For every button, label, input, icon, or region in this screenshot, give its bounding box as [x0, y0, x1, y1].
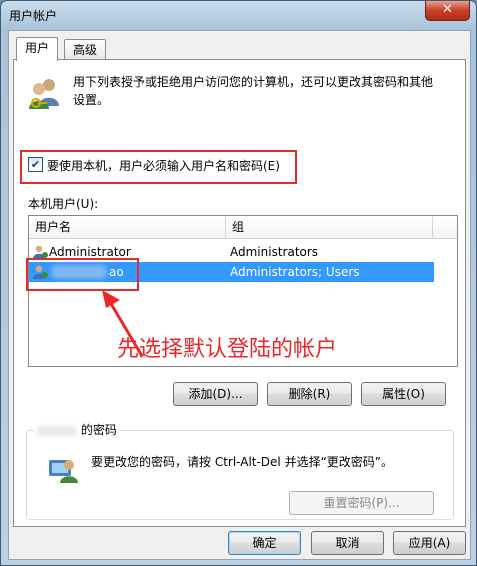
column-header-group[interactable]: 组 [226, 216, 433, 238]
annotation-text: 先选择默认登陆的帐户 [117, 337, 338, 362]
tab-advanced-label: 高级 [73, 43, 98, 57]
list-header: 用户名 组 [29, 216, 457, 239]
users-icon [29, 79, 59, 109]
user-icon [33, 245, 48, 259]
annotation-highlight-checkbox [20, 150, 297, 184]
password-title-text: 的密码 [80, 423, 117, 437]
dialog-client-area: 用户 高级 用下列表授予或拒绝用户访问您的计算机，还可以更改其密码和其他 设置。… [8, 30, 471, 560]
intro-text-line1: 用下列表授予或拒绝用户访问您的计算机，还可以更改其密码和其他 [73, 75, 434, 89]
column-header-username[interactable]: 用户名 [29, 216, 226, 238]
user-accounts-window: 用户帐户 ✕ 用户 高级 用下列表授予或拒绝用户访问您的计算机，还可以更改其密码… [0, 0, 477, 566]
user-password-icon [49, 460, 78, 483]
ok-button[interactable]: 确定 [228, 531, 301, 555]
password-help-text: 要更改您的密码，请按 Ctrl-Alt-Del 并选择“更改密码”。 [91, 455, 394, 469]
close-icon: ✕ [442, 2, 453, 17]
column-header-group-label: 组 [232, 220, 245, 234]
tab-users-label: 用户 [25, 41, 50, 55]
blurred-account-name [37, 425, 77, 436]
user-group: Administrators [230, 245, 319, 259]
cancel-button[interactable]: 取消 [311, 531, 384, 555]
intro-text-line2: 设置。 [73, 93, 110, 107]
close-button[interactable]: ✕ [425, 1, 470, 21]
delete-user-button[interactable]: 删除(R) [267, 382, 352, 406]
annotation-highlight-user-row [26, 258, 139, 291]
apply-button[interactable]: 应用(A) [393, 531, 466, 555]
title-bar[interactable]: 用户帐户 ✕ [1, 1, 476, 29]
users-tab-panel: 用下列表授予或拒绝用户访问您的计算机，还可以更改其密码和其他 设置。 ✔ 要使用… [13, 59, 466, 527]
local-users-label: 本机用户(U): [28, 197, 99, 211]
password-groupbox-title: 的密码 [34, 423, 120, 437]
user-properties-button[interactable]: 属性(O) [361, 382, 446, 406]
user-group: Administrators; Users [230, 265, 360, 279]
column-header-username-label: 用户名 [35, 220, 72, 234]
reset-password-button[interactable]: 重置密码(P)... [289, 491, 434, 515]
tab-advanced[interactable]: 高级 [64, 39, 107, 60]
add-user-button[interactable]: 添加(D)... [173, 382, 258, 406]
window-title: 用户帐户 [9, 9, 58, 23]
tab-users[interactable]: 用户 [16, 37, 59, 61]
